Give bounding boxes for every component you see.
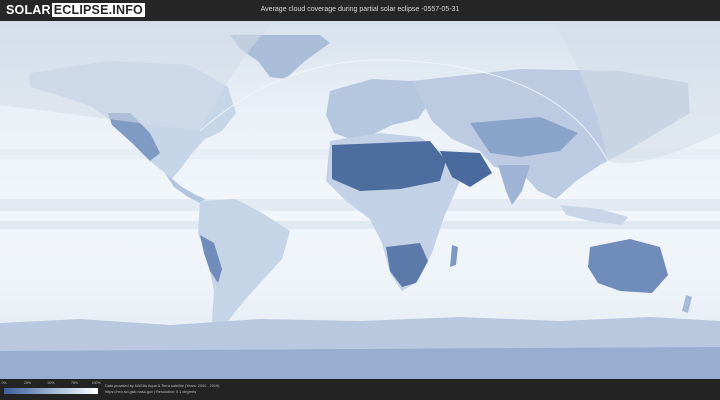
page-title: Average cloud coverage during partial so… — [260, 6, 460, 13]
legend-label-100: 100% — [91, 381, 101, 385]
antarctica-ice-low — [0, 347, 720, 379]
world-map-svg — [0, 21, 720, 379]
legend-label-75: 75% — [70, 381, 79, 385]
legend-label-50: 50% — [47, 381, 55, 385]
legend-labels: 0% 25% 50% 75% 100% — [1, 381, 101, 387]
legend-label-0: 0% — [1, 381, 7, 385]
legend-label-25: 25% — [23, 381, 32, 385]
cloud-coverage-map — [0, 21, 720, 379]
data-credits: Data provided by NASAs Aqua & Terra sate… — [105, 383, 219, 395]
cloud-cover-legend-gradient — [4, 388, 98, 394]
credits-line-2: https://neo.sci.gsfc.nasa.gov | Resoluti… — [105, 390, 197, 394]
header-bar: SOLAR ECLIPSE.INFO Average cloud coverage… — [0, 0, 720, 21]
